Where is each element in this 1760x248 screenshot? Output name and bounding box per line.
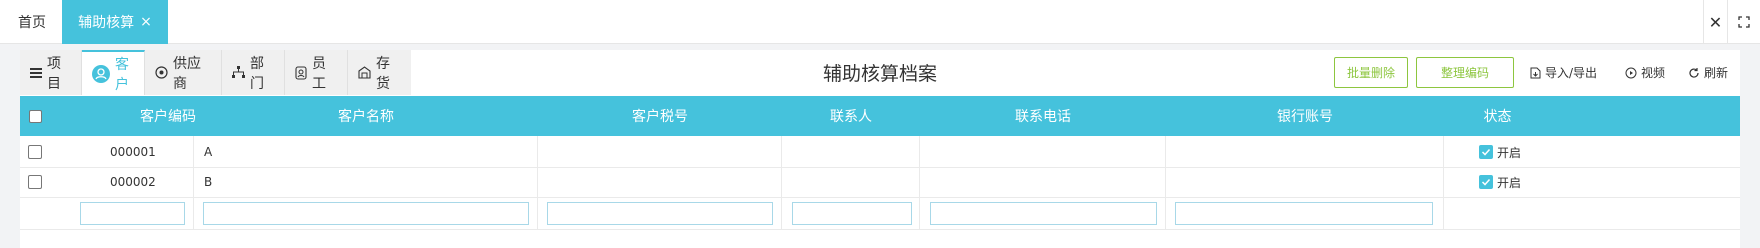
list-icon <box>30 67 42 79</box>
tab-auxiliary-accounting[interactable]: 辅助核算 × <box>62 0 168 44</box>
cell-code: 000001 <box>50 136 194 168</box>
table-header: 客户编码 客户名称 客户税号 联系人 联系电话 银行账号 状态 <box>20 96 1740 136</box>
cell-status: 开启 <box>1444 166 1551 198</box>
status-checkbox[interactable] <box>1479 145 1493 159</box>
category-label: 存货 <box>376 55 390 92</box>
video-icon <box>1625 67 1637 79</box>
top-tab-bar: 首页 辅助核算 × ✕ <box>0 0 1760 44</box>
cell-bank <box>1166 166 1444 198</box>
user-icon <box>92 64 110 83</box>
main-panel: 项目 客户 供应商 部门 员工 存货 辅助核算档案 批量删除 整理编码 导入/导… <box>20 50 1740 248</box>
new-phone-input[interactable] <box>930 202 1157 225</box>
cell-status: 开启 <box>1444 136 1551 168</box>
inventory-icon <box>358 66 371 79</box>
category-label: 部门 <box>250 55 264 92</box>
col-customer-name[interactable]: 客户名称 <box>194 96 538 136</box>
cell-contact <box>782 166 920 198</box>
batch-delete-button[interactable]: 批量删除 <box>1334 57 1408 88</box>
category-tab-project[interactable]: 项目 <box>20 50 82 95</box>
refresh-icon <box>1688 67 1700 79</box>
table-row[interactable]: 000001 A 开启 <box>20 136 1740 168</box>
check-icon <box>1481 178 1491 186</box>
close-window-icon[interactable]: ✕ <box>1703 0 1727 44</box>
organize-code-button[interactable]: 整理编码 <box>1416 57 1514 88</box>
table-row[interactable]: 000002 B 开启 <box>20 166 1740 198</box>
video-button[interactable]: 视频 <box>1625 57 1665 88</box>
cell-phone <box>920 136 1166 168</box>
col-bank-account[interactable]: 银行账号 <box>1166 96 1444 136</box>
check-icon <box>1481 148 1491 156</box>
cell-tax <box>538 166 782 198</box>
new-phone-cell <box>920 198 1166 230</box>
cell-code: 000002 <box>50 166 194 198</box>
new-tax-cell <box>538 198 782 230</box>
category-label: 供应商 <box>173 55 201 92</box>
cell-phone <box>920 166 1166 198</box>
department-icon <box>232 66 245 79</box>
category-tab-inventory[interactable]: 存货 <box>348 50 411 95</box>
cell-contact <box>782 136 920 168</box>
cell-name: A <box>194 136 538 168</box>
row-select-cell <box>20 136 50 168</box>
new-contact-input[interactable] <box>792 202 912 225</box>
status-label: 开启 <box>1497 145 1522 160</box>
refresh-button[interactable]: 刷新 <box>1688 57 1728 88</box>
new-bank-cell <box>1166 198 1444 230</box>
employee-icon <box>295 65 307 80</box>
new-entry-row <box>20 198 1740 230</box>
tab-close-icon[interactable]: × <box>140 14 152 30</box>
new-bank-input[interactable] <box>1175 202 1433 225</box>
col-phone[interactable]: 联系电话 <box>920 96 1166 136</box>
new-contact-cell <box>782 198 920 230</box>
import-export-icon <box>1530 67 1541 79</box>
col-status[interactable]: 状态 <box>1444 96 1551 136</box>
new-tax-input[interactable] <box>547 202 773 225</box>
col-tax-number[interactable]: 客户税号 <box>538 96 782 136</box>
col-contact[interactable]: 联系人 <box>782 96 920 136</box>
status-checkbox[interactable] <box>1479 175 1493 189</box>
row-checkbox[interactable] <box>28 175 42 189</box>
category-label: 员工 <box>312 55 326 92</box>
new-code-cell <box>20 198 194 230</box>
category-label: 项目 <box>47 55 61 92</box>
import-export-button[interactable]: 导入/导出 <box>1530 57 1597 88</box>
tab-home[interactable]: 首页 <box>0 0 64 44</box>
cell-tax <box>538 136 782 168</box>
category-tab-department[interactable]: 部门 <box>222 50 285 95</box>
category-tabs: 项目 客户 供应商 部门 员工 存货 <box>20 50 411 95</box>
fullscreen-icon[interactable] <box>1727 0 1760 44</box>
new-name-input[interactable] <box>203 202 529 225</box>
category-tab-customer[interactable]: 客户 <box>82 50 145 95</box>
row-checkbox[interactable] <box>28 145 42 159</box>
new-code-input[interactable] <box>80 202 185 225</box>
select-all-checkbox[interactable] <box>28 109 42 123</box>
row-select-cell <box>20 166 50 198</box>
tab-label: 辅助核算 <box>78 15 135 31</box>
status-label: 开启 <box>1497 175 1522 190</box>
select-all-cell <box>20 96 50 136</box>
new-name-cell <box>194 198 538 230</box>
cell-name: B <box>194 166 538 198</box>
category-tab-supplier[interactable]: 供应商 <box>145 50 222 95</box>
cell-bank <box>1166 136 1444 168</box>
category-tab-employee[interactable]: 员工 <box>285 50 348 95</box>
supplier-icon <box>155 66 168 79</box>
category-label: 客户 <box>115 56 129 93</box>
